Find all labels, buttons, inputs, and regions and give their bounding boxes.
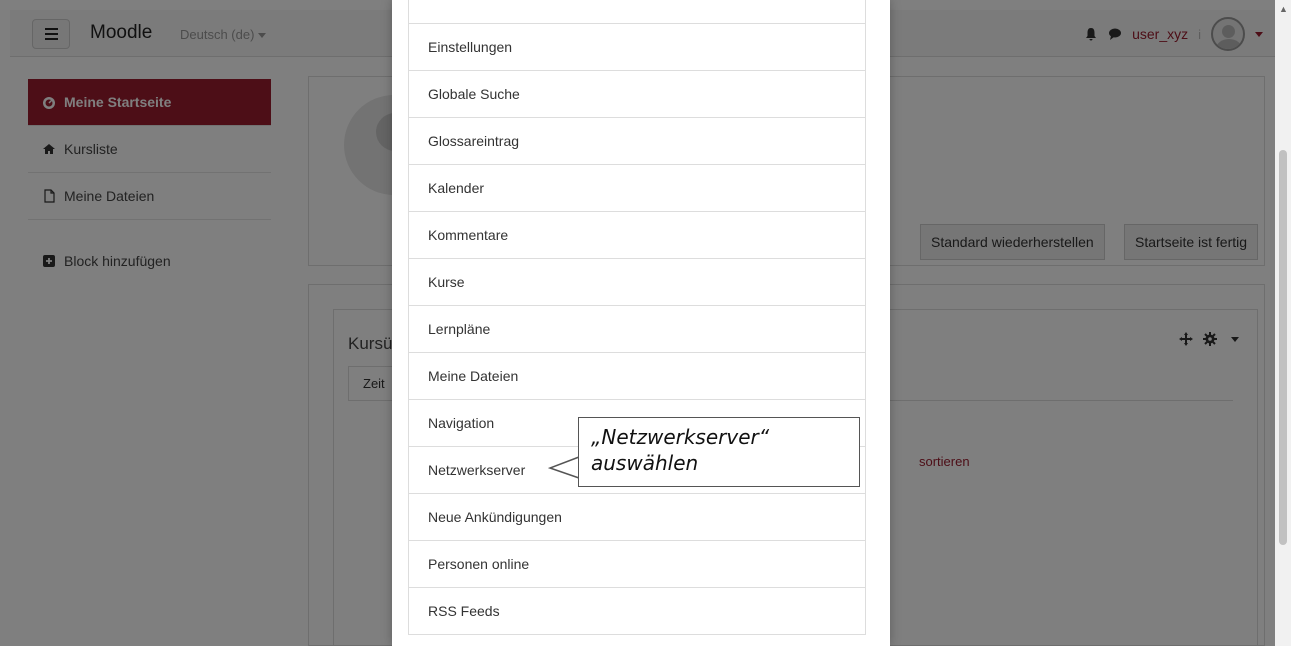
block-option-rss[interactable]: RSS Feeds: [409, 588, 865, 635]
scroll-up-icon[interactable]: ▲: [1279, 4, 1288, 14]
callout-pointer: [548, 456, 581, 479]
block-option-global-search[interactable]: Globale Suche: [409, 71, 865, 118]
block-option-learning-plans[interactable]: Lernpläne: [409, 306, 865, 353]
block-option-glossary[interactable]: Glossareintrag: [409, 118, 865, 165]
block-option-courses[interactable]: Kurse: [409, 259, 865, 306]
block-list: Einstellungen Globale Suche Glossareintr…: [408, 0, 866, 635]
add-block-modal: Einstellungen Globale Suche Glossareintr…: [392, 0, 890, 646]
callout-line-2: auswählen: [591, 451, 699, 475]
block-option-online-users[interactable]: Personen online: [409, 541, 865, 588]
callout-line-1: „Netzwerkserver“: [591, 425, 770, 449]
scrollbar-thumb[interactable]: [1279, 150, 1287, 545]
block-option-news[interactable]: Neue Ankündigungen: [409, 494, 865, 541]
page-scrollbar[interactable]: ▲: [1275, 0, 1291, 646]
block-option-calendar[interactable]: Kalender: [409, 165, 865, 212]
block-option-settings[interactable]: Einstellungen: [409, 24, 865, 71]
block-option-my-files[interactable]: Meine Dateien: [409, 353, 865, 400]
list-item-partial[interactable]: [409, 0, 865, 24]
instruction-callout: „Netzwerkserver“ auswählen: [578, 417, 860, 487]
block-option-comments[interactable]: Kommentare: [409, 212, 865, 259]
